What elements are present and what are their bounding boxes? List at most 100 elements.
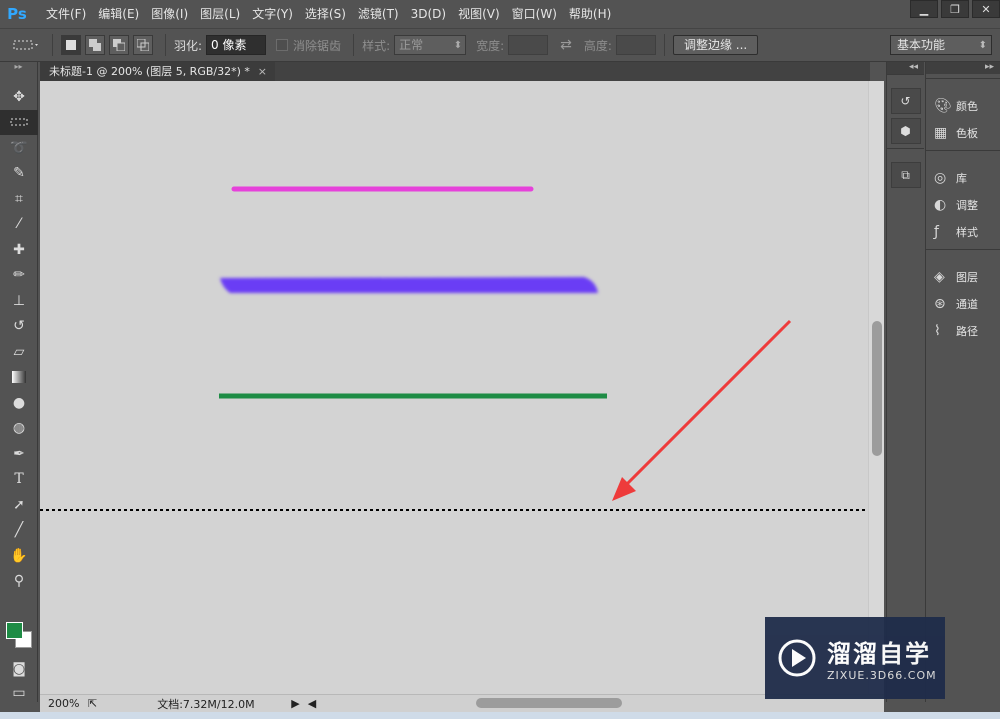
paths-icon: ⌇ [934, 322, 941, 339]
menu-list: 文件(F) 编辑(E) 图像(I) 图层(L) 文字(Y) 选择(S) 滤镜(T… [40, 0, 617, 28]
stamp-icon[interactable]: ⊥ [0, 288, 38, 314]
foreground-color-swatch[interactable] [6, 622, 23, 639]
panel-library[interactable]: ◎ 库 [926, 164, 1000, 191]
healing-icon[interactable]: ✚ [0, 237, 38, 263]
path-select-icon[interactable]: ➚ [0, 492, 38, 518]
blur-icon[interactable]: ● [0, 390, 38, 416]
menu-3d[interactable]: 3D(D) [405, 0, 452, 28]
brush-icon[interactable]: ✏ [0, 263, 38, 289]
marquee-preset-icon[interactable] [8, 34, 44, 56]
zoom-icon[interactable]: ⚲ [0, 569, 38, 595]
type-icon[interactable]: T [0, 467, 38, 493]
purple-brush-stroke [220, 277, 598, 293]
menu-view[interactable]: 视图(V) [452, 0, 506, 28]
panel-color[interactable]: 🎨︎ 颜色 [926, 92, 1000, 119]
status-bar: 200% ⇱ 文档:7.32M/12.0M ▶ ◀ [40, 694, 884, 712]
styles-icon: ƒ [934, 223, 939, 240]
menu-filter[interactable]: 滤镜(T) [352, 0, 405, 28]
panel-styles-label: 样式 [956, 225, 978, 239]
menu-file[interactable]: 文件(F) [40, 0, 92, 28]
feather-input[interactable]: 0 像素 [206, 35, 267, 55]
os-taskbar [0, 712, 1000, 719]
scroll-left-icon[interactable]: ◀ [308, 697, 316, 710]
document-info: 文档:7.32M/12.0M [157, 697, 255, 711]
menu-select[interactable]: 选择(S) [299, 0, 352, 28]
canvas-artwork [40, 186, 868, 511]
share-icon[interactable]: ⇱ [88, 697, 97, 710]
close-icon[interactable]: × [258, 62, 267, 81]
brush-panel-icon[interactable]: ⧉ [890, 162, 921, 188]
watermark-title: 溜溜自学 [827, 640, 931, 668]
height-input[interactable] [615, 35, 656, 55]
intersect-selection-icon[interactable] [133, 35, 153, 55]
vertical-scrollbar[interactable] [868, 81, 884, 694]
panel-adjustments[interactable]: ◐ 调整 [926, 191, 1000, 218]
marquee-icon[interactable] [0, 109, 38, 135]
zoom-readout[interactable]: 200% [40, 697, 82, 710]
collapsed-panel-dock: ◂◂ ↺ ⬢ ⧉ [886, 62, 924, 702]
palette-icon: 🎨︎ [934, 97, 952, 114]
minimize-icon[interactable]: ▁ [910, 0, 938, 18]
3d-panel-icon[interactable]: ⬢ [890, 118, 921, 144]
menu-image[interactable]: 图像(I) [145, 0, 194, 28]
quick-mask-icon[interactable]: ◙ [0, 656, 38, 682]
eraser-icon[interactable]: ▱ [0, 339, 38, 365]
document-canvas[interactable] [40, 81, 868, 694]
restore-icon[interactable]: ❐ [941, 0, 969, 18]
menu-edit[interactable]: 编辑(E) [92, 0, 145, 28]
swap-icon[interactable]: ⇄ [560, 37, 572, 53]
panel-group-grip [926, 249, 1000, 263]
separator [663, 34, 665, 56]
pen-icon[interactable]: ✒ [0, 441, 38, 467]
panel-channels[interactable]: ⊛ 通道 [926, 290, 1000, 317]
workspace-select[interactable]: 基本功能 [890, 35, 992, 55]
toolbox-collapse-icon[interactable]: ▸▸ [0, 62, 37, 84]
menu-help[interactable]: 帮助(H) [563, 0, 617, 28]
panel-color-label: 颜色 [956, 99, 978, 113]
color-swatches [4, 622, 34, 656]
menu-type[interactable]: 文字(Y) [246, 0, 299, 28]
new-selection-icon[interactable] [61, 35, 81, 55]
eyedropper-icon[interactable]: ⁄ [0, 212, 38, 238]
antialias-checkbox[interactable] [276, 39, 289, 51]
separator [165, 34, 166, 56]
menu-window[interactable]: 窗口(W) [506, 0, 563, 28]
style-select[interactable]: 正常 [394, 35, 467, 55]
panel-library-label: 库 [956, 171, 967, 185]
hand-icon[interactable]: ✋ [0, 543, 38, 569]
panel-styles[interactable]: ƒ 样式 [926, 218, 1000, 245]
history-panel-icon[interactable]: ↺ [890, 88, 921, 114]
horizontal-scrollbar-thumb[interactable] [476, 698, 622, 708]
history-brush-icon[interactable]: ↺ [0, 314, 38, 340]
refine-edge-button[interactable]: 调整边缘 ... [672, 35, 759, 55]
quick-select-icon[interactable]: ✎ [0, 161, 38, 187]
crop-icon[interactable]: ⌗ [0, 186, 38, 212]
menu-layer[interactable]: 图层(L) [194, 0, 246, 28]
dock-collapse-icon[interactable]: ◂◂ [887, 62, 924, 74]
move-icon[interactable]: ✥ [0, 84, 38, 110]
watermark-url: ZIXUE.3D66.COM [827, 669, 937, 682]
vertical-scrollbar-thumb[interactable] [872, 321, 882, 456]
dodge-icon[interactable]: ◍ [0, 416, 38, 442]
line-icon[interactable]: ╱ [0, 518, 38, 544]
channels-icon: ⊛ [934, 295, 946, 312]
close-icon[interactable]: ✕ [972, 0, 1000, 18]
height-label: 高度: [583, 38, 612, 53]
panel-swatches[interactable]: ▦ 色板 [926, 119, 1000, 146]
panel-swatches-label: 色板 [956, 126, 978, 140]
panel-paths[interactable]: ⌇ 路径 [926, 317, 1000, 344]
panel-layers[interactable]: ◈ 图层 [926, 263, 1000, 290]
screen-mode-icon[interactable]: ▭ [0, 680, 38, 706]
width-input[interactable] [508, 35, 549, 55]
add-selection-icon[interactable] [85, 35, 105, 55]
document-tab[interactable]: 未标题-1 @ 200% (图层 5, RGB/32*) * × [40, 62, 275, 81]
subtract-selection-icon[interactable] [109, 35, 129, 55]
panel-list: ▸▸ 🎨︎ 颜色 ▦ 色板 ◎ 库 ◐ 调整 ƒ 样式 ◈ 图层 ⊛ 通道 ⌇ … [925, 62, 1000, 702]
panels-collapse-icon[interactable]: ▸▸ [926, 62, 1000, 74]
adjustments-icon: ◐ [934, 196, 947, 213]
gradient-icon[interactable] [0, 365, 38, 391]
watermark-logo-icon [778, 639, 816, 677]
status-menu-icon[interactable]: ▶ [291, 697, 299, 710]
lasso-icon[interactable]: ➰ [0, 135, 38, 161]
width-label: 宽度: [476, 38, 505, 53]
